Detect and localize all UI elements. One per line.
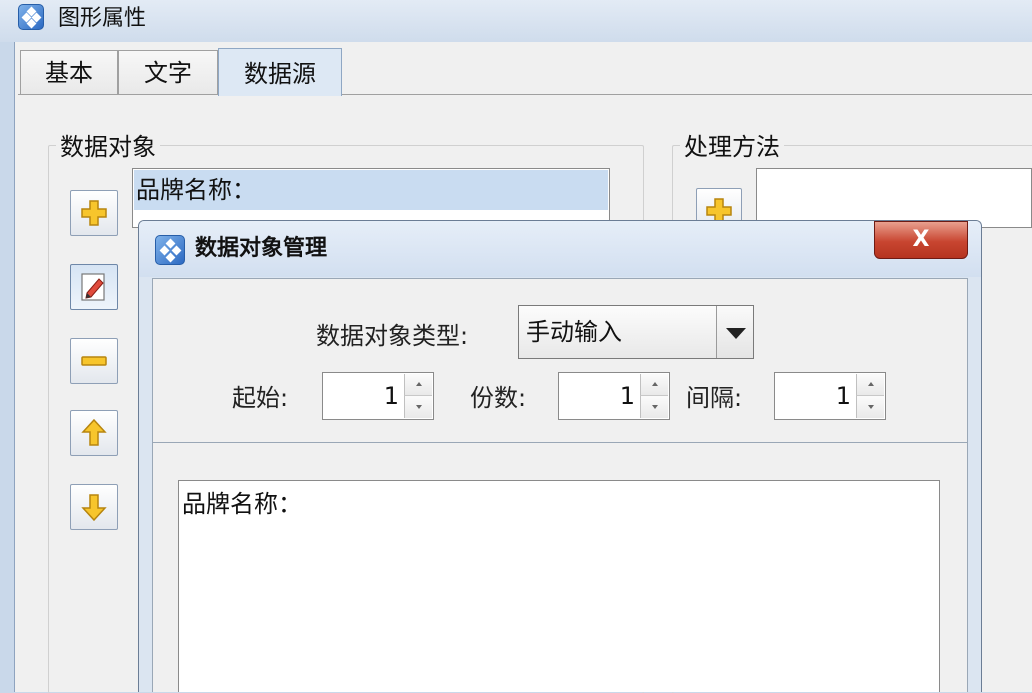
tab-data-source[interactable]: 数据源 <box>218 48 342 96</box>
dialog-title: 数据对象管理 <box>195 236 328 261</box>
start-value: 1 <box>383 382 399 410</box>
arrow-down-icon <box>81 494 107 522</box>
dialog-separator <box>153 442 967 443</box>
close-icon: X <box>912 227 930 252</box>
move-down-button[interactable] <box>70 484 118 530</box>
remove-button[interactable] <box>70 338 118 384</box>
interval-spinner[interactable]: 1 <box>774 372 886 420</box>
dialog-app-icon <box>155 235 185 265</box>
method-list[interactable] <box>756 168 1032 228</box>
copies-value: 1 <box>619 382 635 410</box>
copies-label: 份数: <box>470 384 527 412</box>
type-label: 数据对象类型: <box>316 322 469 350</box>
arrow-up-icon <box>81 418 107 446</box>
edit-button[interactable] <box>70 264 118 310</box>
method-group-label: 处理方法 <box>680 132 784 162</box>
app-icon <box>18 4 44 30</box>
copies-spinner[interactable]: 1 <box>558 372 670 420</box>
move-up-button[interactable] <box>70 410 118 456</box>
interval-label: 间隔: <box>686 384 743 412</box>
minus-icon <box>81 356 107 366</box>
spin-down-icon <box>652 405 658 409</box>
list-item-label: 品牌名称： <box>136 176 256 204</box>
spin-up-icon <box>868 382 874 386</box>
dropdown-arrow-button[interactable] <box>716 306 753 358</box>
close-button[interactable]: X <box>874 221 968 259</box>
plus-icon <box>81 200 107 226</box>
content-text: 品牌名称： <box>182 490 302 518</box>
interval-value: 1 <box>835 382 851 410</box>
copies-spin-down[interactable] <box>640 396 668 418</box>
tab-basic[interactable]: 基本 <box>20 50 118 94</box>
spin-down-icon <box>416 405 422 409</box>
edit-icon <box>81 273 105 301</box>
spin-down-icon <box>868 405 874 409</box>
spin-up-icon <box>652 382 658 386</box>
add-button[interactable] <box>70 190 118 236</box>
tab-text[interactable]: 文字 <box>118 50 218 94</box>
start-spin-up[interactable] <box>404 374 432 396</box>
spin-up-icon <box>416 382 422 386</box>
start-spinner[interactable]: 1 <box>322 372 434 420</box>
window-title: 图形属性 <box>58 6 147 31</box>
type-dropdown-value: 手动输入 <box>526 318 622 346</box>
data-object-group-label: 数据对象 <box>56 132 160 162</box>
interval-spin-down[interactable] <box>856 396 884 418</box>
start-spin-down[interactable] <box>404 396 432 418</box>
tab-strip-line <box>18 94 1032 95</box>
interval-spin-up[interactable] <box>856 374 884 396</box>
chevron-down-icon <box>726 328 746 339</box>
main-title-bar <box>0 0 1032 42</box>
start-label: 起始: <box>232 384 289 412</box>
copies-spin-up[interactable] <box>640 374 668 396</box>
list-item-selected[interactable]: 品牌名称： <box>134 170 608 210</box>
